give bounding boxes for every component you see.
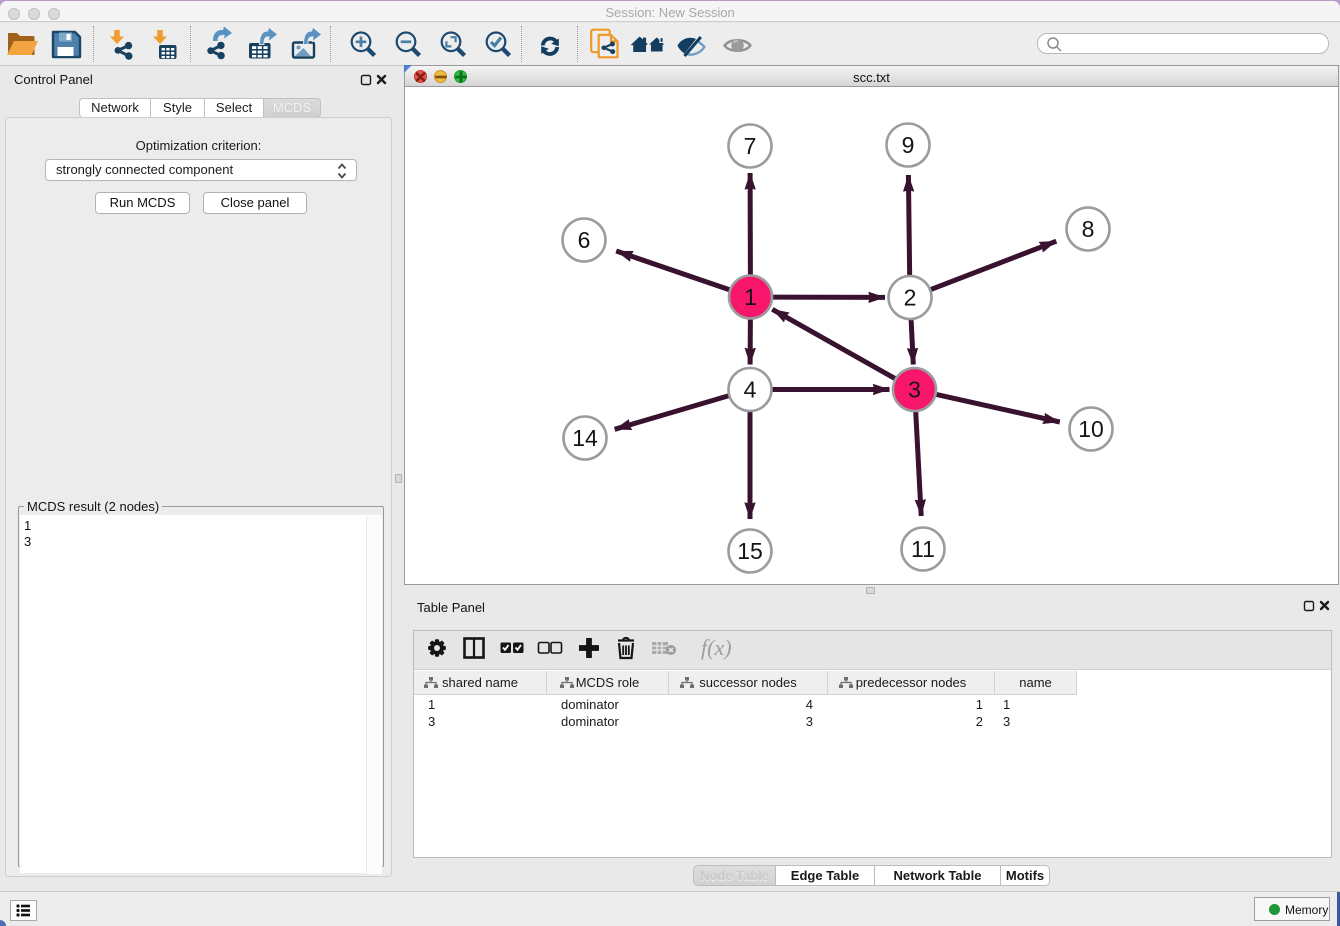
svg-text:6: 6 [578,227,591,253]
svg-text:15: 15 [737,538,763,564]
svg-text:4: 4 [744,377,757,403]
svg-text:11: 11 [911,536,935,562]
svg-text:9: 9 [902,132,915,158]
svg-text:1: 1 [744,284,757,310]
svg-text:8: 8 [1082,216,1095,242]
svg-text:f(x): f(x) [701,635,732,660]
svg-text:2: 2 [904,285,917,311]
svg-text:14: 14 [572,425,598,451]
svg-text:10: 10 [1078,416,1104,442]
svg-text:7: 7 [744,133,757,159]
svg-text:3: 3 [908,377,921,403]
